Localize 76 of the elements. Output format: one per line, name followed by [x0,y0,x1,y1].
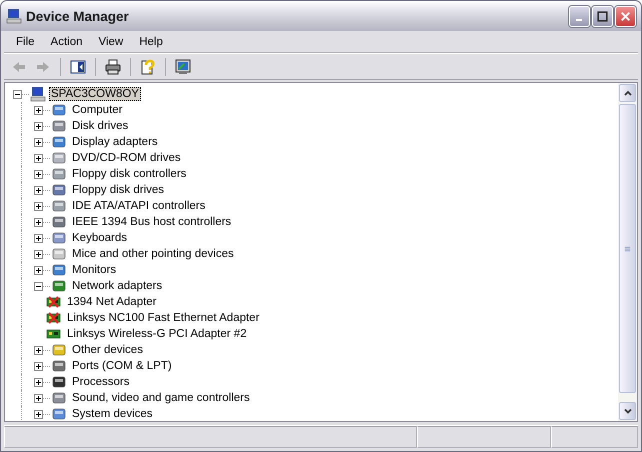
tree-item[interactable]: Sound, video and game controllers [70,391,252,405]
vertical-scrollbar[interactable] [618,83,637,421]
tree-item[interactable]: Ports (COM & LPT) [70,359,174,373]
tree-item[interactable]: Other devices [70,343,145,357]
tree-item[interactable]: Floppy disk controllers [70,167,188,181]
tree-item[interactable]: Floppy disk drives [70,183,166,197]
expand-toggle[interactable] [34,250,43,258]
scroll-down-button[interactable] [619,402,636,420]
tree-item[interactable]: System devices [70,407,155,421]
panel-icon [70,58,86,74]
device-icon [51,198,67,214]
device-icon [51,230,67,246]
expand-toggle[interactable] [34,122,43,130]
expand-toggle[interactable] [34,282,43,290]
expand-toggle[interactable] [34,394,43,402]
tree-item[interactable]: IEEE 1394 Bus host controllers [70,215,234,229]
expand-toggle[interactable] [34,362,43,370]
expand-toggle[interactable] [34,202,43,210]
expand-toggle[interactable] [13,90,22,98]
menu-item[interactable]: View [90,36,132,48]
device-icon [51,262,67,278]
close-button[interactable] [615,6,636,26]
device-icon [51,182,67,198]
device-icon [51,102,67,118]
device-icon [51,342,67,358]
tree-item[interactable]: Linksys Wireless-G PCI Adapter #2 [65,327,249,341]
expand-toggle[interactable] [34,234,43,242]
tree-item[interactable]: IDE ATA/ATAPI controllers [70,199,208,213]
printer-icon [105,58,121,74]
device-icon [51,150,67,166]
device-icon [51,374,67,390]
expand-toggle[interactable] [34,186,43,194]
computer-icon [6,8,22,24]
expand-toggle[interactable] [34,170,43,178]
device-icon [51,166,67,182]
expand-toggle[interactable] [34,138,43,146]
tree-item[interactable]: SPAC3COW8OY [49,87,141,101]
expand-toggle[interactable] [34,378,43,386]
tree-item[interactable]: Monitors [70,263,118,277]
minimize-button[interactable] [569,6,590,26]
tree-item[interactable]: Processors [70,375,132,389]
maximize-icon [596,10,609,22]
tree-item[interactable]: Network adapters [70,279,164,293]
expand-toggle[interactable] [34,218,43,226]
monitor-icon [175,58,191,74]
scroll-thumb[interactable] [619,104,636,393]
expand-toggle[interactable] [34,346,43,354]
window-title: Device Manager [26,8,130,24]
device-icon [51,390,67,406]
tree-item[interactable]: Computer [70,103,124,117]
device-icon [51,278,67,294]
device-icon [51,246,67,262]
tree-item[interactable]: Disk drives [70,119,130,133]
expand-toggle[interactable] [34,154,43,162]
tree-item[interactable]: DVD/CD-ROM drives [70,151,183,165]
expand-toggle[interactable] [34,266,43,274]
menu-item[interactable]: File [8,36,43,48]
device-icon [51,134,67,150]
menu-item[interactable]: Help [131,36,171,48]
tree-item[interactable]: Keyboards [70,231,129,245]
tree-item[interactable]: Mice and other pointing devices [70,247,236,261]
device-icon [51,118,67,134]
device-icon [51,358,67,374]
up-caret-icon [622,88,632,98]
close-icon [619,10,632,22]
computer-icon [30,86,46,102]
maximize-button[interactable] [592,6,613,26]
device-icon [51,214,67,230]
expand-toggle[interactable] [34,410,43,418]
expand-toggle[interactable] [34,106,43,114]
scroll-up-button[interactable] [619,84,636,102]
minimize-icon [576,19,582,21]
help-page-icon [140,58,156,74]
down-caret-icon [622,406,632,416]
tree-item[interactable]: Display adapters [70,135,160,149]
menu-item[interactable]: Action [42,36,90,48]
